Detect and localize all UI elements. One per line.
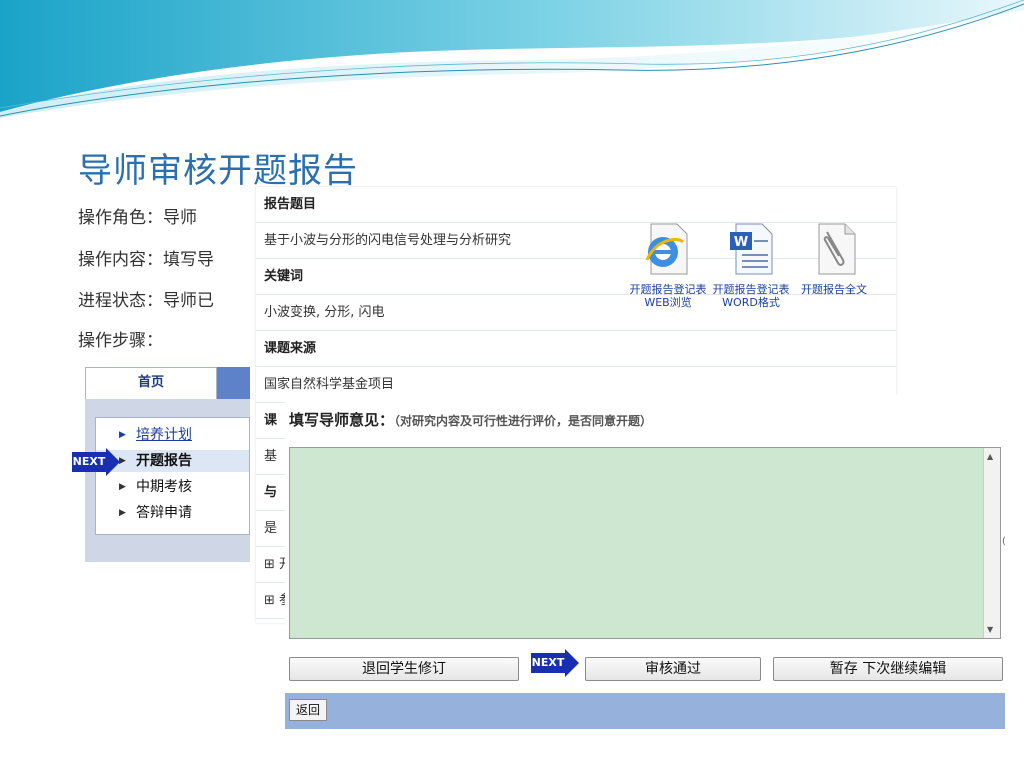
opinion-label: 填写导师意见： [289,411,395,429]
attachment-icon [807,220,861,278]
page-title: 导师审核开题报告 [78,151,358,191]
next-arrow-badge: NEXT [72,448,120,476]
info-steps: 操作步骤： [78,331,163,351]
textarea-scrollbar[interactable]: ▲ ▼ [983,448,1000,638]
arrow-right-icon [565,649,579,677]
triangle-right-icon: ▶ [119,456,126,466]
file-link-web[interactable]: 开题报告登记表WEB浏览 [628,220,708,309]
nav-item-label: 开题报告 [136,453,192,469]
tab-strip [217,367,250,399]
file-caption-word: 开题报告登记表WORD格式 [712,283,790,309]
ie-browser-icon [641,220,695,278]
opinion-hint: （对研究内容及可行性进行评价，是否同意开题） [394,414,653,428]
report-row-title-head: 报告题目 [256,187,896,223]
next-badge-label: NEXT [72,452,106,472]
opinion-title: 填写导师意见：（对研究内容及可行性进行评价，是否同意开题） [289,409,652,430]
arrow-right-icon [106,448,120,476]
triangle-right-icon: ▶ [119,430,126,440]
return-for-revision-button[interactable]: 退回学生修订 [289,657,519,681]
triangle-right-icon: ▶ [119,508,126,518]
file-caption-fulltext: 开题报告全文 [801,283,867,296]
nav-item-label: 答辩申请 [136,505,192,521]
supervisor-opinion-panel: 填写导师意见：（对研究内容及可行性进行评价，是否同意开题） ▲ ▼ 退回学生修订… [285,395,1005,731]
approve-button[interactable]: 审核通过 [585,657,761,681]
back-button[interactable]: 返回 [289,699,328,721]
triangle-right-icon: ▶ [119,482,126,492]
nav-item-training-plan[interactable]: ▶ 培养计划 [96,424,249,446]
info-status: 进程状态：导师已 [78,291,214,311]
file-link-fulltext[interactable]: 开题报告全文 [794,220,874,296]
file-caption-web: 开题报告登记表WEB浏览 [629,283,707,309]
opinion-footer-bar: 返回 [285,693,1005,729]
edge-mark: ( [1002,536,1006,547]
nav-item-label: 培养计划 [136,427,192,443]
save-draft-button[interactable]: 暂存 下次继续编辑 [773,657,1003,681]
nav-item-label: 中期考核 [136,479,192,495]
svg-text:W: W [734,235,748,250]
opinion-textarea[interactable]: ▲ ▼ [289,447,1001,639]
next-badge-label: NEXT [531,653,565,673]
nav-item-midterm[interactable]: ▶ 中期考核 [96,476,249,498]
report-file-links: 开题报告登记表WEB浏览 W 开题报告登记表WORD格式 开题报告全文 [628,220,878,350]
next-arrow-badge: NEXT [531,649,579,677]
nav-list: ▶ 培养计划 ▶ 开题报告 ▶ 中期考核 ▶ 答辩申请 [95,417,250,535]
header-wave-decoration [0,0,1024,118]
file-link-word[interactable]: W 开题报告登记表WORD格式 [711,220,791,309]
word-document-icon: W [724,220,778,278]
scroll-down-icon[interactable]: ▼ [987,625,993,634]
info-role: 操作角色：导师 [78,208,197,228]
tab-home[interactable]: 首页 [85,367,217,399]
scroll-up-icon[interactable]: ▲ [987,452,993,461]
nav-item-defense[interactable]: ▶ 答辩申请 [96,502,249,524]
info-content: 操作内容：填写导 [78,250,214,270]
